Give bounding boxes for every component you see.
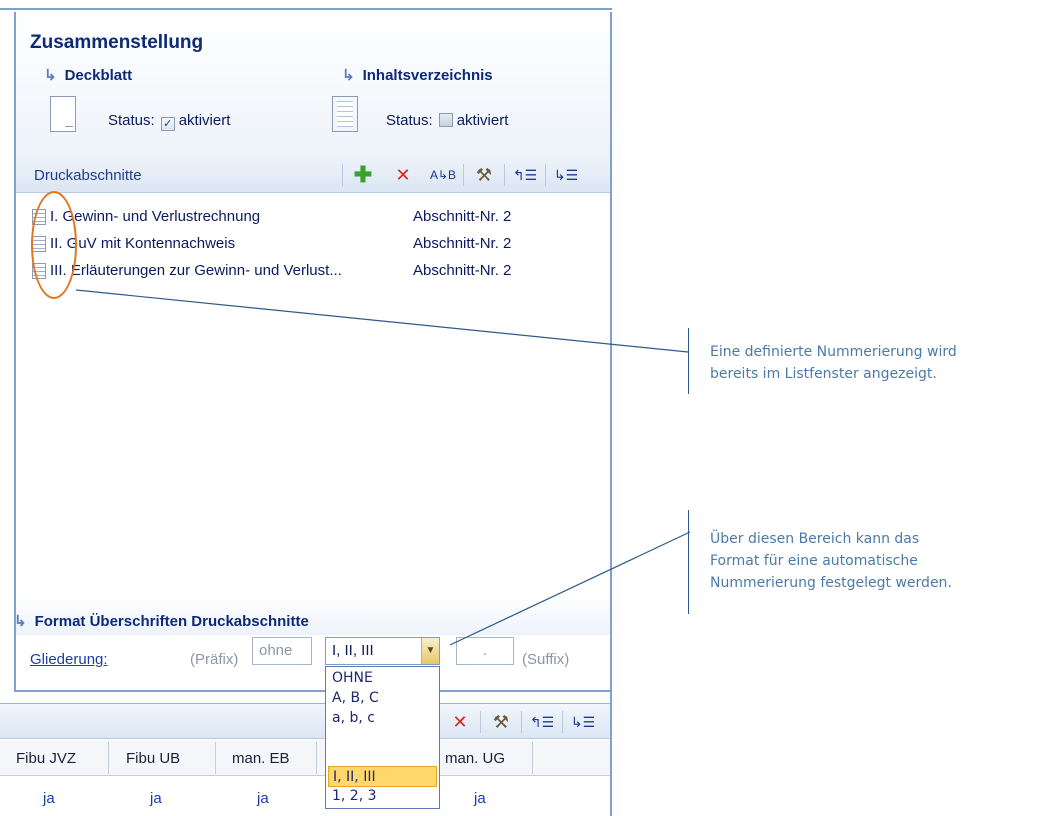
table-cell: ja: [257, 790, 269, 807]
dropdown-option[interactable]: 1, 2, 3: [328, 786, 437, 807]
zusammenstellung-panel: Zusammenstellung ↳ Deckblatt ↳ Inhaltsverz…: [14, 12, 612, 692]
lower-panel: ✕ ⚒ ↰☰ ↳☰ Fibu JVZ Fibu UB man. EB man. …: [0, 692, 612, 816]
column-divider: [108, 742, 109, 774]
praefix-input[interactable]: ohne: [252, 637, 312, 665]
praefix-label: (Präfix): [190, 651, 239, 668]
gliederung-link[interactable]: Gliederung:: [30, 651, 108, 668]
table-header: [0, 740, 612, 776]
dropdown-option[interactable]: a, b, c: [328, 708, 437, 729]
list-item[interactable]: III. Erläuterungen zur Gewinn- und Verlu…: [32, 261, 592, 283]
inhaltsverzeichnis-heading: ↳ Inhaltsverzeichnis: [342, 67, 493, 84]
inhaltsverzeichnis-status: Status: aktiviert: [386, 112, 509, 129]
column-header[interactable]: Fibu JVZ: [16, 750, 76, 767]
table-cell: ja: [150, 790, 162, 807]
table-cell: ja: [474, 790, 486, 807]
druckabschnitte-label: Druckabschnitte: [34, 167, 142, 184]
suffix-label: (Suffix): [522, 651, 570, 668]
deckblatt-status: Status: ✓ aktiviert: [108, 112, 231, 131]
deckblatt-heading: ↳ Deckblatt: [44, 67, 133, 84]
annotation-circle: [31, 191, 77, 299]
tools-icon[interactable]: ⚒: [464, 163, 504, 187]
table-cell: ja: [43, 790, 55, 807]
gliederung-select[interactable]: I, II, III ▼: [325, 637, 440, 665]
column-header[interactable]: Fibu UB: [126, 750, 180, 767]
lower-tools: ✕ ⚒ ↰☰ ↳☰: [440, 710, 603, 734]
gliederung-dropdown-list: OHNE A, B, C a, b, c I, II, III 1, 2, 3: [325, 666, 440, 809]
format-heading: ↳ Format Überschriften Druckabschnitte: [14, 613, 309, 630]
druckabschnitte-toolbar: Druckabschnitte ✚ ✕ A↳B ⚒ ↰☰ ↳☰: [16, 157, 610, 193]
column-divider: [316, 742, 317, 774]
suffix-separator-input[interactable]: .: [456, 637, 514, 665]
dropdown-option[interactable]: A, B, C: [328, 688, 437, 709]
column-header[interactable]: man. UG: [445, 750, 505, 767]
move-up-icon[interactable]: ↰☰: [522, 710, 562, 734]
list-item[interactable]: I. Gewinn- und Verlustrechnung Abschnitt…: [32, 207, 592, 229]
delete-icon[interactable]: ✕: [440, 710, 480, 734]
move-up-icon[interactable]: ↰☰: [505, 163, 545, 187]
panel-title: Zusammenstellung: [30, 32, 204, 53]
column-divider: [215, 742, 216, 774]
move-down-icon[interactable]: ↳☰: [546, 163, 586, 187]
chevron-down-icon[interactable]: ▼: [421, 638, 439, 664]
annotation-note-2: Über diesen Bereich kann das Format für …: [710, 531, 952, 591]
annotation-bar: [688, 510, 689, 614]
dropdown-option-selected[interactable]: I, II, III: [328, 766, 437, 787]
druckabschnitte-tools: ✚ ✕ A↳B ⚒ ↰☰ ↳☰: [342, 162, 586, 187]
dropdown-option[interactable]: OHNE: [328, 668, 437, 689]
inhaltsverzeichnis-checkbox[interactable]: [438, 113, 453, 127]
annotation-note-1: Eine definierte Nummerierung wird bereit…: [710, 344, 957, 382]
panel-right-border: [610, 692, 612, 816]
add-icon[interactable]: ✚: [343, 162, 383, 187]
deckblatt-checkbox[interactable]: ✓: [160, 117, 175, 131]
panel-top-border: [0, 8, 612, 10]
delete-icon[interactable]: ✕: [383, 163, 423, 187]
toc-page-icon: [332, 96, 358, 132]
arrow-icon: ↳: [342, 67, 355, 84]
column-header[interactable]: man. EB: [232, 750, 290, 767]
arrow-icon: ↳: [14, 613, 27, 630]
tools-icon[interactable]: ⚒: [481, 710, 521, 734]
column-divider: [532, 742, 533, 774]
annotation-bar: [688, 328, 689, 394]
move-down-icon[interactable]: ↳☰: [563, 710, 603, 734]
deckblatt-page-icon: [50, 96, 76, 132]
list-item[interactable]: II. GuV mit Kontennachweis Abschnitt-Nr.…: [32, 234, 592, 256]
sort-icon[interactable]: A↳B: [423, 163, 463, 187]
arrow-icon: ↳: [44, 67, 57, 84]
